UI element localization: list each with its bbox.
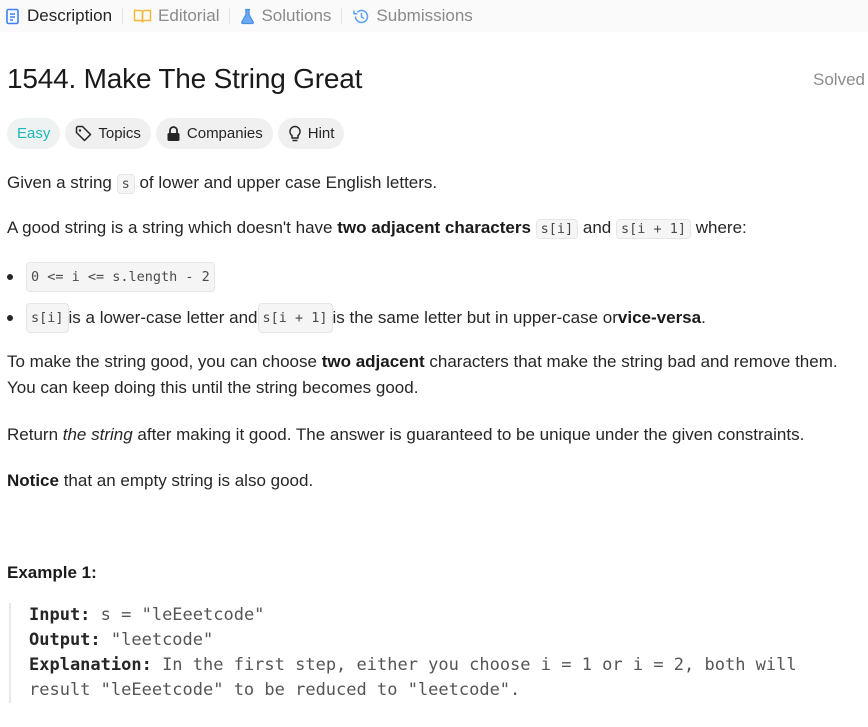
example-heading-text: Example 1: [7,563,97,582]
tab-description-label: Description [27,6,113,25]
tab-editorial-label: Editorial [158,6,220,25]
tab-description[interactable]: Description [5,0,112,32]
text: after making it good. The answer is guar… [132,425,805,444]
hint-button[interactable]: Hint [277,118,345,149]
companies-label: Companies [186,125,263,142]
text: Return [7,425,63,444]
paragraph-operation: To make the string good, you can choose … [7,349,838,375]
input-label: Input: [29,605,91,625]
inline-code: s[i + 1] [615,219,692,239]
paragraph-return: Return the string after making it good. … [7,422,804,448]
text: To make the string good, you can choose [7,352,322,371]
tag-row: Easy Topics Companies Hint [7,118,345,149]
companies-button[interactable]: Companies [155,118,273,149]
output-value: "leetcode" [100,630,214,650]
hint-label: Hint [307,125,335,142]
inline-code: s[i] [26,303,69,333]
paragraph-operation-line2: You can keep doing this until the string… [7,378,419,397]
history-icon [353,9,369,23]
bold-text: two adjacent [321,352,425,371]
list-item: s[i] is a lower-case letter and s[i + 1]… [7,303,706,333]
list-item: 0 <= i <= s.length - 2 [7,262,215,292]
inline-code: s [116,174,135,194]
text: . [701,308,706,327]
example-output-line: Output: "leetcode" [29,628,849,653]
inline-code: 0 <= i <= s.length - 2 [26,262,215,292]
text: is the same letter but in upper-case or [332,308,618,327]
text: is a lower-case letter and [68,308,258,327]
tab-divider [229,8,231,24]
text: that an empty string is also good. [58,471,314,490]
topics-button[interactable]: Topics [65,118,151,149]
tab-divider [341,8,343,24]
tab-submissions-label: Submissions [376,6,473,25]
tab-submissions[interactable]: Submissions [352,0,473,32]
explanation-value: In the first step, either you choose i =… [151,655,797,675]
book-icon [133,9,152,23]
text: of lower and upper case English letters. [134,173,438,192]
bullet-dot [7,274,13,280]
lightbulb-icon [289,125,301,141]
example-block: Input: s = "leEeetcode" Output: "leetcod… [9,603,849,703]
text: characters that make the string bad and … [424,352,838,371]
text: and [578,218,616,237]
solved-status: Solved [813,70,865,89]
tab-solutions-label: Solutions [261,6,332,25]
topics-label: Topics [98,125,141,142]
example-heading: Example 1: [7,560,97,586]
explanation-label: Explanation: [29,655,152,675]
problem-title: 1544. Make The String Great [7,63,363,94]
bold-text: Notice [7,471,59,490]
bold-text: vice-versa [617,308,702,327]
text: A good string is a string which doesn't … [7,218,338,237]
flask-icon [241,8,255,24]
example-explanation-line2: result "leEeetcode" to be reduced to "le… [29,680,521,700]
italic-text: the string [62,425,133,444]
tab-editorial[interactable]: Editorial [133,0,219,32]
input-value: s = "leEeetcode" [90,605,265,625]
inline-code: s[i] [535,219,579,239]
paragraph-definition: A good string is a string which doesn't … [7,215,747,242]
tag-icon [76,125,92,142]
tab-bar: Description Editorial Solutions Submissi… [0,0,868,32]
text: Given a string [7,173,117,192]
difficulty-badge: Easy [7,118,61,149]
lock-icon [167,125,180,141]
paragraph-notice: Notice that an empty string is also good… [7,468,313,494]
document-icon [6,8,19,24]
bold-text: two adjacent characters [337,218,531,237]
output-label: Output: [29,630,101,650]
bullet-dot [7,315,13,321]
tab-divider [122,8,124,24]
paragraph-intro: Given a string s of lower and upper case… [7,170,437,197]
tab-solutions[interactable]: Solutions [240,0,331,32]
example-explanation-line: Explanation: In the first step, either y… [29,653,849,678]
example-input-line: Input: s = "leEeetcode" [29,603,849,628]
inline-code: s[i + 1] [257,303,333,333]
text: where: [691,218,747,237]
